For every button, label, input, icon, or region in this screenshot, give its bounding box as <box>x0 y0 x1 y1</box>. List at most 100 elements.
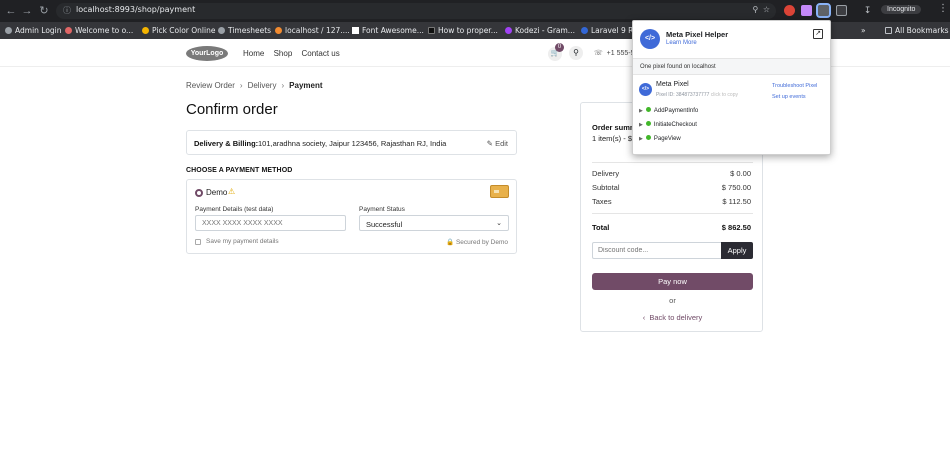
payment-status-value: Successful <box>366 220 403 229</box>
lock-icon: 🔒 <box>446 239 455 246</box>
site-info-icon[interactable]: ⓘ <box>63 5 71 16</box>
setup-events-link[interactable]: Set up events <box>772 94 806 100</box>
top-navigation: Home Shop Contact us <box>243 49 347 58</box>
order-item-count: 1 item(s) - $ <box>592 134 633 143</box>
bookmark-admin-login[interactable]: Admin Login <box>5 26 62 35</box>
folder-icon <box>885 27 892 34</box>
incognito-label: Incognito <box>887 6 916 13</box>
zoom-bookmark-icons[interactable]: ⚲ ☆ <box>753 5 770 14</box>
bookmark-label: localhost / 127.... <box>285 26 350 35</box>
edit-label: Edit <box>495 139 508 148</box>
all-bookmarks-label: All Bookmarks <box>895 26 949 35</box>
phone-text: +1 555-5 <box>606 50 635 57</box>
pixel-id[interactable]: Pixel ID: 384873737777 click to copy <box>656 92 738 98</box>
menu-kebab-icon[interactable]: ⋮ <box>938 3 948 14</box>
card-number-input[interactable] <box>195 215 346 231</box>
bookmark-kodezi[interactable]: Kodezi - Gram... <box>505 26 575 35</box>
demo-method-label[interactable]: Demo <box>206 188 227 197</box>
save-details-checkbox[interactable] <box>195 239 201 245</box>
bookmark-label: Timesheets <box>228 26 272 35</box>
nav-shop[interactable]: Shop <box>274 49 293 58</box>
payment-status-label: Payment Status <box>359 206 405 213</box>
nav-contact-us[interactable]: Contact us <box>302 49 340 58</box>
phone-number[interactable]: ☏ +1 555-5 <box>594 49 635 57</box>
event-name: InitiateCheckout <box>653 122 697 128</box>
delivery-value: $ 0.00 <box>730 169 751 178</box>
divider <box>592 213 753 214</box>
pencil-icon: ✎ <box>486 139 493 148</box>
breadcrumb-delivery[interactable]: Delivery <box>248 81 277 90</box>
bookmark-label: Welcome to o... <box>75 26 134 35</box>
demo-method-radio[interactable] <box>195 189 203 197</box>
extension-icon-2[interactable] <box>801 5 812 16</box>
payment-status-select[interactable]: Successful ⌄ <box>359 215 509 231</box>
troubleshoot-pixel-link[interactable]: Troubleshoot Pixel <box>772 83 817 89</box>
bookmark-timesheets[interactable]: Timesheets <box>218 26 271 35</box>
chevron-down-icon: ⌄ <box>496 220 502 227</box>
back-to-delivery-link[interactable]: ‹ Back to delivery <box>581 313 764 322</box>
extensions-puzzle-icon[interactable] <box>836 5 847 16</box>
secured-by-label: 🔒 Secured by Demo <box>446 238 508 246</box>
bookmark-welcome[interactable]: Welcome to o... <box>65 26 133 35</box>
pixel-name[interactable]: Meta Pixel <box>656 81 689 88</box>
payment-details-label: Payment Details (test data) <box>195 206 274 213</box>
bookmark-localhost[interactable]: localhost / 127.... <box>275 26 350 35</box>
learn-more-link[interactable]: Learn More <box>666 40 697 46</box>
discount-code-input[interactable] <box>592 242 722 259</box>
nav-home[interactable]: Home <box>243 49 264 58</box>
back-arrow-icon[interactable]: ← <box>4 4 18 18</box>
download-icon[interactable]: ↧ <box>862 5 873 16</box>
taxes-label: Taxes <box>592 197 612 206</box>
credit-card-icon <box>490 185 509 198</box>
globe-icon <box>218 27 225 34</box>
odoo-icon <box>65 27 72 34</box>
forward-arrow-icon[interactable]: → <box>20 4 34 18</box>
pixel-event-row[interactable]: ▶ AddPaymentInfo <box>639 107 698 114</box>
flag-icon <box>352 27 359 34</box>
laravel-icon <box>581 27 588 34</box>
incognito-badge[interactable]: Incognito <box>881 5 922 14</box>
all-bookmarks[interactable]: All Bookmarks <box>885 26 949 35</box>
success-dot-icon <box>645 135 651 140</box>
save-details-label[interactable]: Save my payment details <box>206 238 279 245</box>
pixel-logo-icon: </> <box>639 83 652 96</box>
logo-text: YourLogo <box>190 50 224 57</box>
billing-address: 101,aradhna society, Jaipur 123456, Raja… <box>258 139 447 148</box>
bookmark-label: Admin Login <box>15 26 62 35</box>
back-label: Back to delivery <box>649 313 703 322</box>
apply-discount-button[interactable]: Apply <box>721 242 753 259</box>
billing-label: Delivery & Billing: <box>194 139 259 148</box>
click-to-copy-text: click to copy <box>710 92 738 98</box>
expand-triangle-icon: ▶ <box>639 136 643 142</box>
breadcrumb-payment: Payment <box>289 81 323 90</box>
meta-pixel-helper-popup: </> Meta Pixel Helper Learn More ↗ One p… <box>632 20 831 155</box>
meta-pixel-helper-extension-icon[interactable] <box>816 3 831 18</box>
pixel-found-text: One pixel found on localhost <box>633 59 830 75</box>
breadcrumb-chevron-icon: › <box>239 81 243 90</box>
pixel-event-row[interactable]: ▶ PageView <box>639 135 681 142</box>
bookmarks-overflow-chevron-icon[interactable]: » <box>861 26 866 35</box>
or-separator: or <box>669 296 676 305</box>
phpmyadmin-icon <box>275 27 282 34</box>
address-bar[interactable]: ⓘ localhost:8993/shop/payment ⚲ ☆ <box>56 3 776 19</box>
event-name: PageView <box>653 136 681 142</box>
bookmark-font-awesome[interactable]: Font Awesome... <box>352 26 424 35</box>
chevron-left-icon: ‹ <box>642 313 646 322</box>
search-icon[interactable]: ⚲ <box>569 46 583 60</box>
url-text[interactable]: localhost:8993/shop/payment <box>76 5 195 14</box>
extension-icon-1[interactable] <box>784 5 795 16</box>
dev-icon <box>428 27 435 34</box>
pay-now-button[interactable]: Pay now <box>592 273 753 290</box>
open-external-icon[interactable]: ↗ <box>813 29 823 39</box>
payment-method-card: Demo ⚠ Payment Details (test data) Payme… <box>186 179 517 254</box>
popup-header: </> Meta Pixel Helper Learn More ↗ <box>633 21 830 59</box>
subtotal-value: $ 750.00 <box>721 183 751 192</box>
bookmark-pick-color[interactable]: Pick Color Online <box>142 26 215 35</box>
breadcrumb-review-order[interactable]: Review Order <box>186 81 235 90</box>
site-logo[interactable]: YourLogo <box>186 46 228 61</box>
bookmark-how-to[interactable]: How to proper... <box>428 26 498 35</box>
edit-address-button[interactable]: ✎ Edit <box>487 139 508 148</box>
pixel-event-row[interactable]: ▶ InitiateCheckout <box>639 121 697 128</box>
divider <box>592 162 753 163</box>
reload-icon[interactable]: ↻ <box>37 4 51 18</box>
